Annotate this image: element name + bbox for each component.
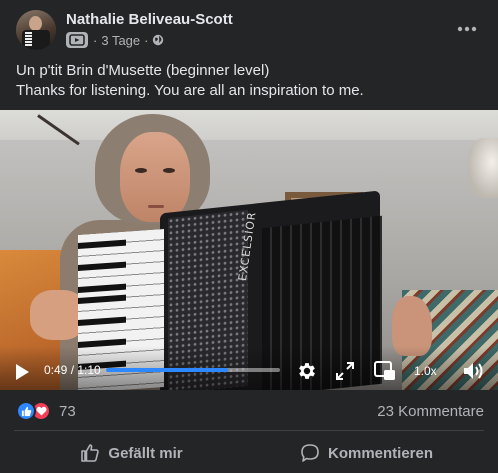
facebook-post: Nathalie Beliveau-Scott · 3 Tage · Un p'… [0, 0, 498, 473]
video-progress-bar[interactable] [106, 368, 280, 372]
post-meta: · 3 Tage · [66, 31, 164, 49]
post-text: Un p'tit Brin d'Musette (beginner level)… [16, 61, 486, 101]
play-icon[interactable] [10, 360, 34, 384]
reactions-summary[interactable]: 73 [16, 400, 76, 422]
comments-count[interactable]: 23 Kommentare [377, 403, 484, 420]
comment-button[interactable]: Kommentieren [249, 436, 484, 470]
thumbs-up-icon [81, 444, 100, 462]
performer-face [120, 132, 190, 222]
avatar[interactable] [16, 10, 56, 50]
post-time[interactable]: 3 Tage [101, 33, 140, 48]
separator-2: · [144, 32, 149, 48]
comment-icon [301, 444, 319, 462]
author-name[interactable]: Nathalie Beliveau-Scott [66, 11, 233, 28]
separator: · [93, 32, 98, 48]
divider [14, 430, 484, 431]
video-progress-fill [106, 368, 228, 372]
globe-icon[interactable] [152, 34, 164, 46]
more-options-icon[interactable] [452, 14, 482, 44]
like-button[interactable]: Gefällt mir [14, 436, 249, 470]
reel-icon [66, 32, 88, 48]
picture-in-picture-icon[interactable] [372, 359, 398, 383]
post-text-line-2: Thanks for listening. You are all an ins… [16, 82, 364, 99]
reactions-count[interactable]: 73 [59, 403, 76, 420]
video-player[interactable]: EXCELSIOR 0:49 / 1:10 1.0x [0, 110, 498, 390]
comment-button-label: Kommentieren [327, 444, 434, 462]
volume-icon[interactable] [460, 358, 488, 384]
gear-icon[interactable] [294, 358, 320, 384]
playback-speed[interactable]: 1.0x [414, 364, 437, 378]
post-text-line-1: Un p'tit Brin d'Musette (beginner level) [16, 62, 270, 79]
like-button-label: Gefällt mir [108, 444, 183, 462]
expand-icon[interactable] [334, 360, 356, 382]
video-time: 0:49 / 1:10 [44, 363, 101, 377]
like-reaction-icon [16, 401, 36, 421]
